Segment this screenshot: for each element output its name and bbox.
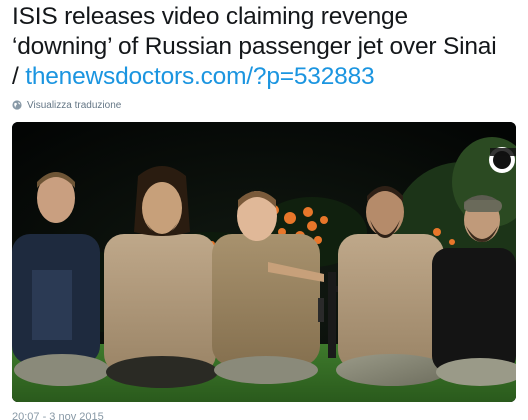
globe-icon — [12, 100, 22, 110]
tweet-text: ISIS releases video claiming revenge ‘do… — [12, 2, 522, 92]
tweet-timestamp[interactable]: 20:07 - 3 nov 2015 — [12, 411, 104, 420]
translate-label: Visualizza traduzione — [27, 99, 122, 111]
tweet-text-line-3: / thenewsdoctors.com/?p=532883 — [12, 62, 522, 92]
photo-scene — [12, 122, 516, 402]
tweet-text-prefix: / — [12, 63, 26, 90]
tweet-text-line-1: ISIS releases video claiming revenge — [12, 3, 408, 30]
tweet-text-line-2: ‘downing’ of Russian passenger jet over … — [12, 33, 497, 60]
tweet-link[interactable]: thenewsdoctors.com/?p=532883 — [25, 63, 374, 90]
tweet-photo[interactable] — [12, 122, 516, 402]
translate-button[interactable]: Visualizza traduzione — [12, 98, 121, 112]
